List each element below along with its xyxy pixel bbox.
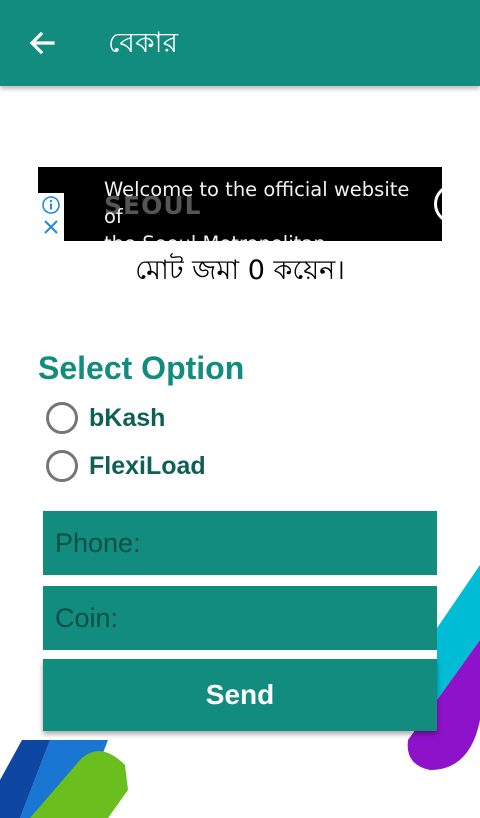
radio-option-bkash[interactable]: bKash [46,402,165,434]
radio-button[interactable] [46,450,78,482]
coin-balance: মোট জমা 0 কয়েন। [135,255,345,286]
ad-banner[interactable]: SEOUL Welcome to the official website of… [38,167,442,241]
ad-headline[interactable]: Welcome to the official website of the S… [104,176,434,241]
radio-option-flexiload[interactable]: FlexiLoad [46,450,206,482]
radio-label-flexiload: FlexiLoad [89,451,206,480]
coin-input[interactable] [43,586,437,650]
page-title: বেকার [108,26,179,59]
select-option-heading: Select Option [38,350,245,386]
radio-button[interactable] [46,402,78,434]
ad-cta-circle[interactable] [434,184,442,224]
ad-choices-badge [38,193,64,241]
phone-input[interactable] [43,511,437,575]
send-button[interactable]: Send [43,659,437,731]
arrow-left-icon[interactable] [26,27,58,59]
close-icon[interactable] [41,217,61,237]
info-icon[interactable] [41,195,61,215]
radio-label-bkash: bKash [89,403,166,432]
app-bar: বেকার [0,0,480,86]
